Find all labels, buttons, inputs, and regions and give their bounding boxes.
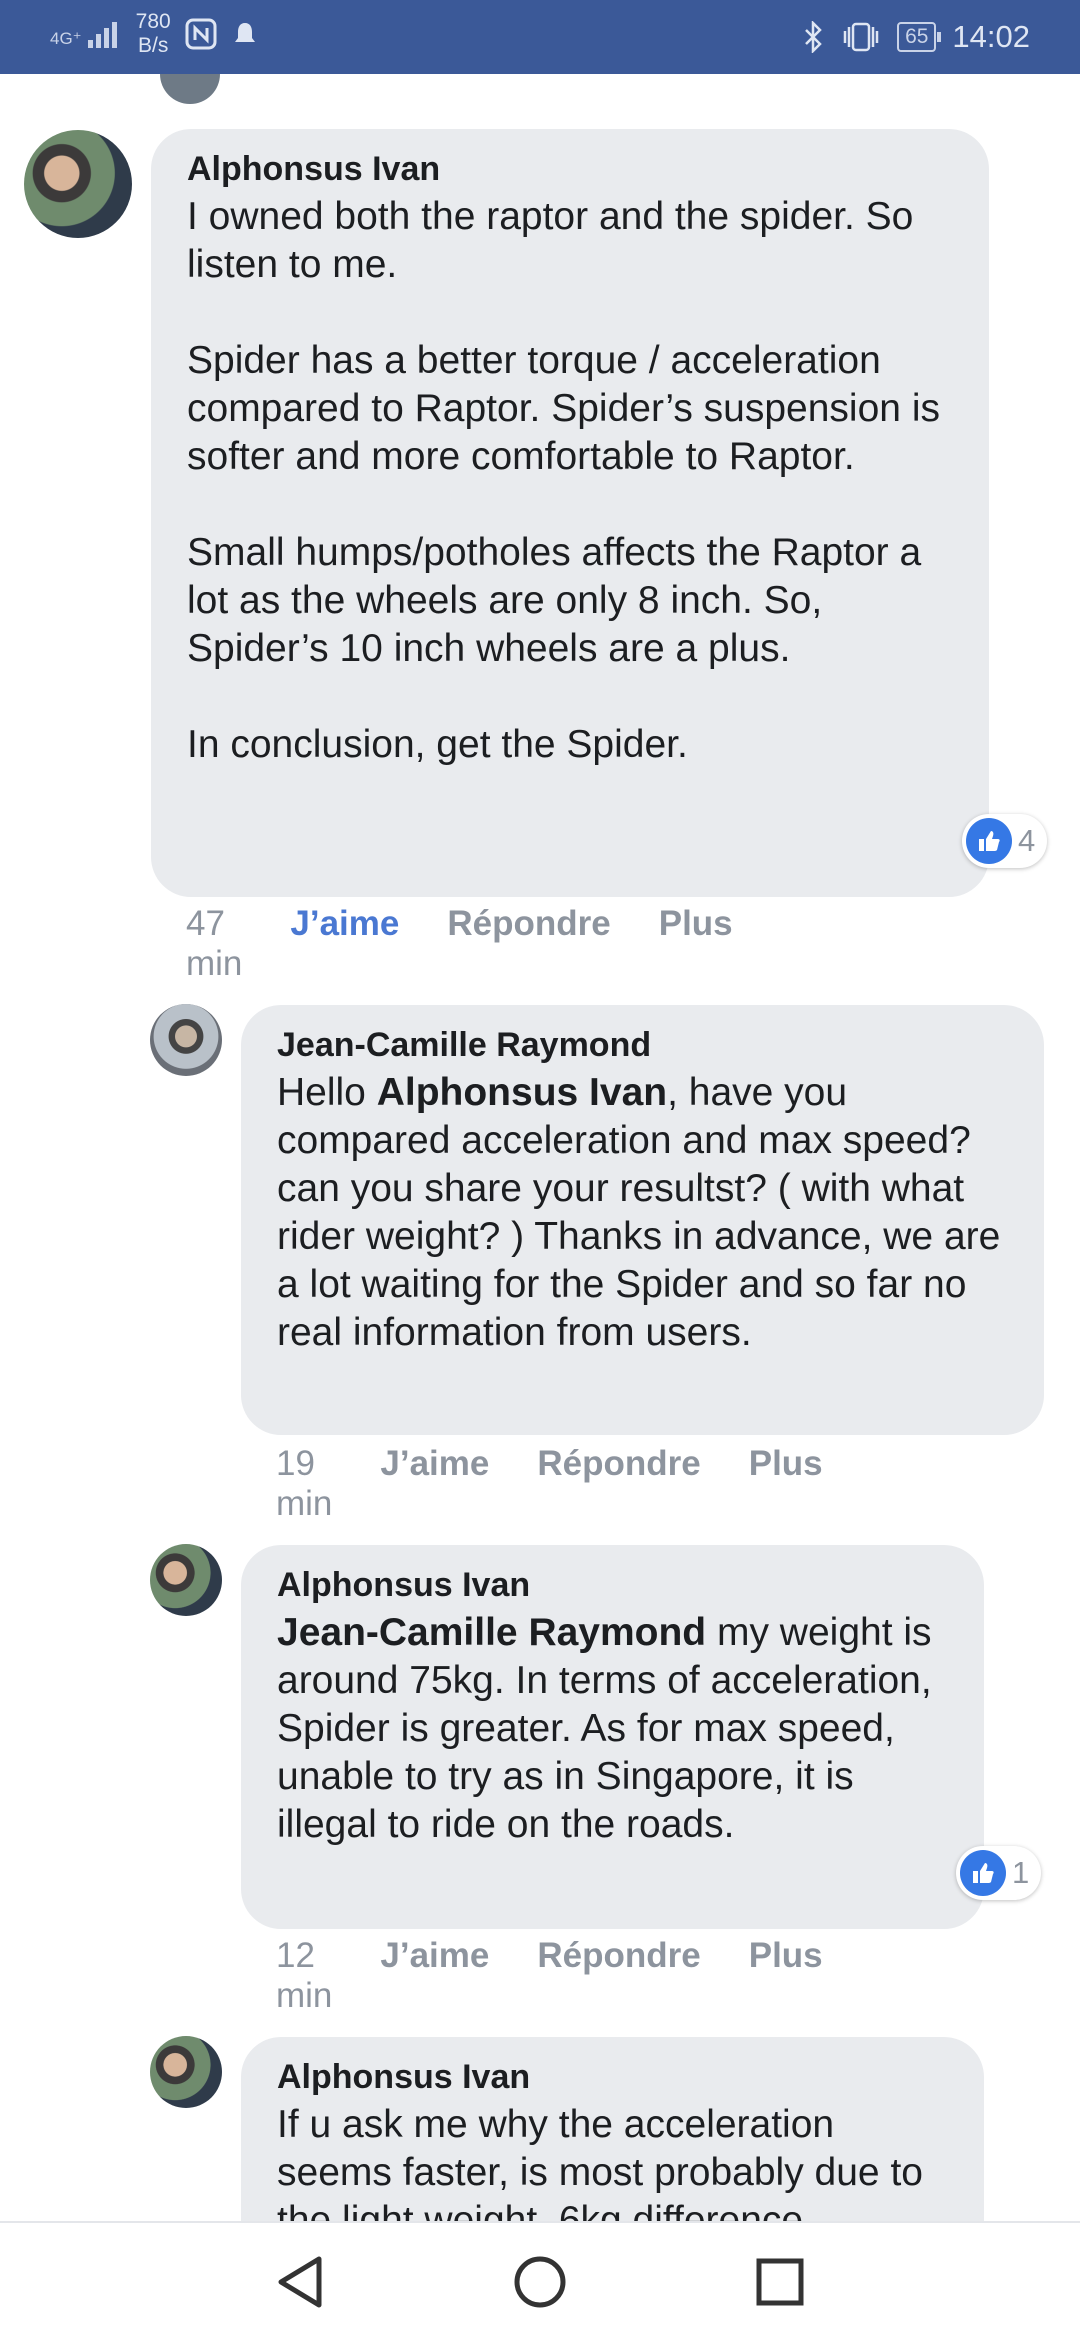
nfc-icon bbox=[185, 18, 217, 50]
comment-text: Hello Alphonsus Ivan, have you compared … bbox=[277, 1071, 1012, 1354]
more-button[interactable]: Plus bbox=[659, 904, 733, 984]
comment-actions: 47 min J’aime Répondre Plus bbox=[186, 904, 733, 984]
comments-feed[interactable]: Alphonsus Ivan I owned both the raptor a… bbox=[0, 74, 1080, 2221]
like-button[interactable]: J’aime bbox=[290, 904, 399, 984]
more-button[interactable]: Plus bbox=[749, 1936, 823, 2016]
signal-icon: 4G⁺ bbox=[50, 20, 122, 48]
back-button[interactable] bbox=[270, 2252, 330, 2312]
like-reaction-icon bbox=[966, 818, 1012, 864]
mention-link[interactable]: Jean-Camille Raymond bbox=[277, 1611, 706, 1654]
comment-time: 19 min bbox=[276, 1444, 333, 1523]
like-reaction-icon bbox=[960, 1850, 1006, 1896]
avatar[interactable] bbox=[150, 1004, 222, 1076]
like-button[interactable]: J’aime bbox=[380, 1444, 489, 1524]
clock: 14:02 bbox=[952, 19, 1030, 54]
reaction-count[interactable]: 4 bbox=[962, 814, 1048, 868]
comment-bubble[interactable]: Alphonsus Ivan Jean-Camille Raymond my w… bbox=[241, 1545, 984, 1929]
reply-button[interactable]: Répondre bbox=[537, 1444, 700, 1524]
avatar[interactable] bbox=[150, 1544, 222, 1616]
avatar[interactable] bbox=[150, 2036, 222, 2108]
comment-text: If u ask me why the acceleration seems f… bbox=[277, 2103, 934, 2221]
recents-button[interactable] bbox=[750, 2252, 810, 2312]
battery-icon: 65 bbox=[897, 22, 942, 52]
comment-bubble[interactable]: Jean-Camille Raymond Hello Alphonsus Iva… bbox=[241, 1005, 1044, 1435]
comment-author[interactable]: Alphonsus Ivan bbox=[187, 147, 953, 191]
network-speed: 780 B/s bbox=[135, 10, 171, 57]
comment-time: 47 min bbox=[186, 904, 243, 983]
bluetooth-icon bbox=[805, 21, 822, 53]
comment-text: Jean-Camille Raymond my weight is around… bbox=[277, 1611, 943, 1846]
recents-icon bbox=[756, 2258, 804, 2305]
avatar[interactable] bbox=[24, 130, 132, 238]
more-button[interactable]: Plus bbox=[749, 1444, 823, 1524]
mention-link[interactable]: Alphonsus Ivan bbox=[377, 1071, 667, 1114]
back-icon bbox=[278, 2256, 322, 2307]
comment-time: 12 min bbox=[276, 1936, 333, 2015]
home-button[interactable] bbox=[510, 2252, 570, 2312]
comment-author[interactable]: Alphonsus Ivan bbox=[277, 1563, 948, 1607]
comment-bubble[interactable]: Alphonsus Ivan If u ask me why the accel… bbox=[241, 2037, 984, 2221]
network-type: 4G⁺ bbox=[50, 29, 82, 48]
comment-bubble[interactable]: Alphonsus Ivan I owned both the raptor a… bbox=[151, 129, 989, 897]
reply-button[interactable]: Répondre bbox=[447, 904, 610, 984]
comment-actions: 12 min J’aime Répondre Plus bbox=[276, 1936, 823, 2016]
comment-author[interactable]: Alphonsus Ivan bbox=[277, 2055, 948, 2099]
notification-icon bbox=[234, 23, 255, 42]
vibrate-icon bbox=[843, 22, 879, 52]
reaction-count[interactable]: 1 bbox=[956, 1846, 1042, 1900]
reply-button[interactable]: Répondre bbox=[537, 1936, 700, 2016]
comment-author[interactable]: Jean-Camille Raymond bbox=[277, 1023, 1008, 1067]
avatar[interactable] bbox=[160, 74, 220, 104]
system-nav-bar bbox=[0, 2221, 1080, 2340]
like-button[interactable]: J’aime bbox=[380, 1936, 489, 2016]
comment-actions: 19 min J’aime Répondre Plus bbox=[276, 1444, 823, 1524]
comment-text: I owned both the raptor and the spider. … bbox=[187, 195, 940, 766]
status-bar: 4G⁺ 780 B/s 65 14:02 bbox=[0, 0, 1080, 74]
home-icon bbox=[514, 2256, 566, 2307]
